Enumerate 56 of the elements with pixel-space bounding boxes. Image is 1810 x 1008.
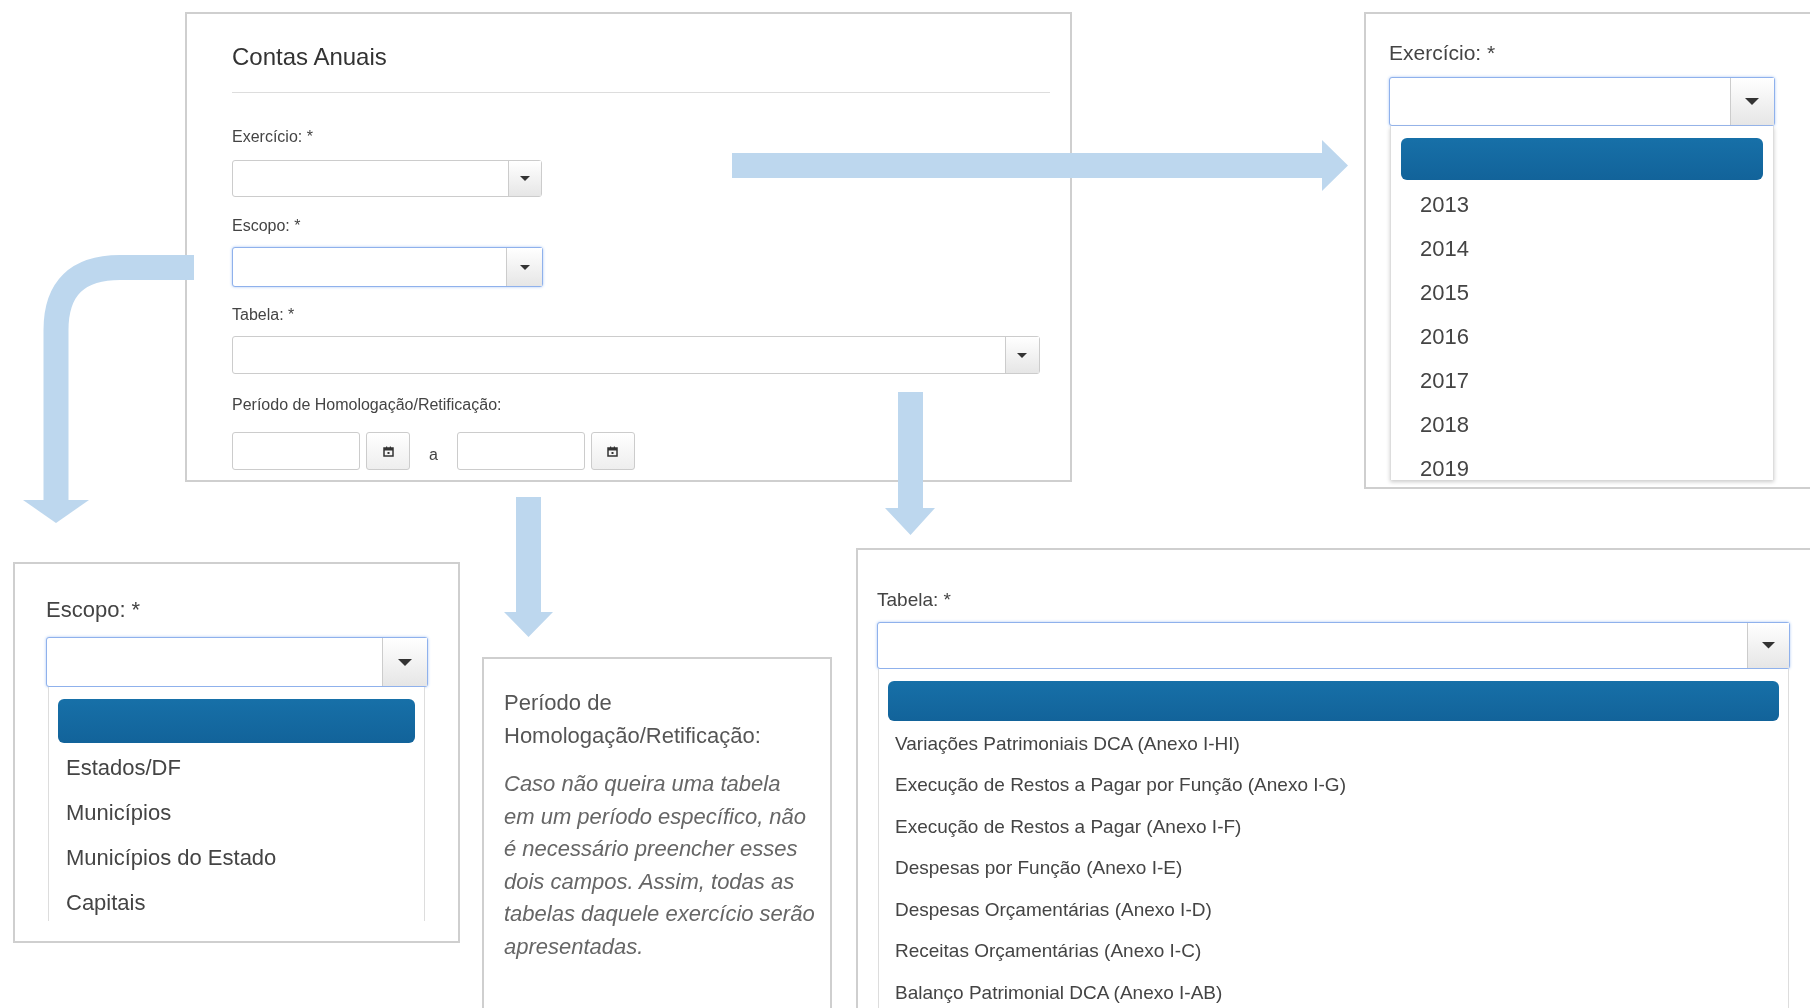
calendar-button[interactable] (366, 432, 410, 470)
dropdown-option[interactable]: Balanço Patrimonial DCA (Anexo I-AB) (879, 972, 1788, 1008)
dropdown-button[interactable] (506, 248, 542, 286)
caret-icon (519, 176, 530, 181)
dropdown-option[interactable]: 2017 (1391, 358, 1773, 402)
calendar-icon (382, 445, 394, 457)
dropdown-button[interactable] (1004, 337, 1039, 373)
note-heading: Período de Homologação/Retificação: (504, 689, 762, 750)
field-label: Exercício: * (232, 127, 314, 147)
dropdown-option[interactable]: 2016 (1391, 314, 1773, 358)
dropdown-option[interactable]: Estados/DF (49, 745, 424, 790)
field-label: Tabela: * (877, 588, 952, 612)
range-separator: a (429, 445, 438, 465)
dropdown-option[interactable]: Municípios do Estado (49, 835, 424, 880)
dropdown-option[interactable]: Receitas Orçamentárias (Anexo I-C) (879, 930, 1788, 972)
dropdown-option[interactable]: Capitais (49, 880, 424, 921)
select-field[interactable] (232, 247, 543, 287)
calendar-icon (607, 445, 619, 457)
field-label: Período de Homologação/Retificação: (232, 395, 503, 415)
dropdown-option[interactable]: 2014 (1391, 226, 1773, 270)
highlighted-option[interactable] (58, 699, 415, 743)
dropdown-button[interactable] (382, 638, 427, 686)
note-text: Caso não queira uma tabela em um período específico, não é necessário preencher esses dois campos. Assim, todas as tabelas daquele exercício serão apresentadas. (504, 770, 816, 961)
dropdown-option[interactable]: 2015 (1391, 270, 1773, 314)
select-field[interactable] (1389, 77, 1775, 126)
caret-icon (1745, 98, 1760, 105)
highlighted-option[interactable] (888, 681, 1779, 721)
dropdown-button[interactable] (1729, 78, 1774, 125)
highlighted-option[interactable] (1401, 138, 1763, 180)
date-input[interactable] (232, 432, 360, 470)
caret-icon (1761, 642, 1775, 649)
dropdown-option[interactable]: Municípios (49, 790, 424, 835)
select-field[interactable] (46, 637, 428, 687)
caret-icon (398, 658, 412, 666)
dropdown-option[interactable]: 2013 (1391, 182, 1773, 226)
dropdown-option[interactable]: 2018 (1391, 402, 1773, 446)
select-field[interactable] (232, 336, 1040, 374)
caret-icon (1017, 352, 1028, 358)
date-input[interactable] (456, 432, 585, 470)
caret-icon (519, 264, 530, 270)
dropdown-option[interactable]: Despesas Orçamentárias (Anexo I-D) (879, 889, 1788, 931)
dropdown-option[interactable]: Variações Patrimoniais DCA (Anexo I-HI) (879, 723, 1788, 765)
dropdown-option[interactable]: Despesas por Função (Anexo I-E) (879, 847, 1788, 889)
select-field[interactable] (232, 160, 542, 197)
dropdown-option[interactable]: Execução de Restos a Pagar (Anexo I-F) (879, 806, 1788, 848)
dropdown-option[interactable]: Execução de Restos a Pagar por Função (Anexo I-G) (879, 764, 1788, 806)
field-label: Tabela: * (232, 305, 296, 325)
calendar-button[interactable] (590, 432, 635, 470)
field-label: Escopo: * (232, 216, 302, 236)
select-field[interactable] (877, 622, 1790, 669)
dropdown-button[interactable] (1746, 623, 1789, 668)
field-label: Exercício: * (1389, 40, 1497, 66)
dropdown-option[interactable]: 2019 (1391, 446, 1773, 480)
field-label: Escopo: * (46, 596, 142, 624)
form-title: Contas Anuais (232, 43, 388, 71)
dropdown-button[interactable] (507, 161, 541, 196)
